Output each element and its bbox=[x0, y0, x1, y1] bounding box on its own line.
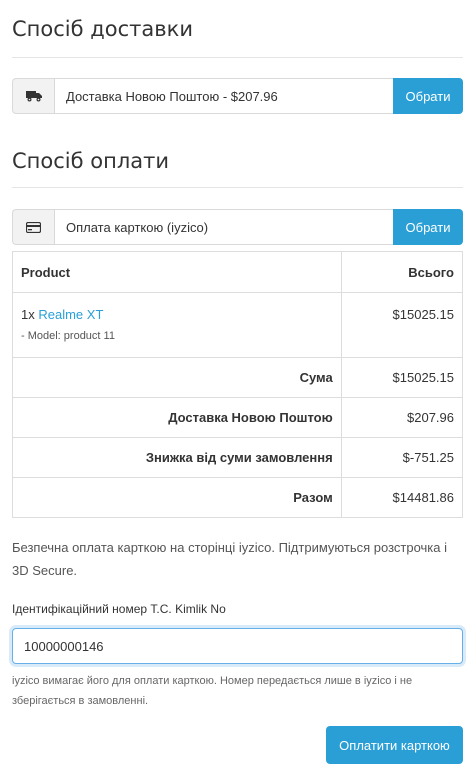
payment-divider bbox=[12, 187, 463, 188]
product-link[interactable]: Realme XT bbox=[38, 307, 103, 322]
table-header-row: Product Всього bbox=[12, 251, 464, 293]
subtotal-label: Сума bbox=[12, 357, 342, 398]
shipping-label: Доставка Новою Поштою bbox=[12, 397, 342, 438]
header-product: Product bbox=[12, 251, 342, 293]
delivery-choose-button[interactable]: Обрати bbox=[393, 78, 463, 114]
subtotal-value: $15025.15 bbox=[340, 357, 464, 398]
header-total: Всього bbox=[340, 251, 464, 293]
grand-total-label: Разом bbox=[12, 477, 342, 518]
discount-label: Знижка від суми замовлення bbox=[12, 437, 342, 478]
product-qty: 1x bbox=[21, 307, 35, 322]
delivery-method-field[interactable]: Доставка Новою Поштою - $207.96 bbox=[54, 78, 393, 114]
order-summary-table: Product Всього 1x Realme XT - Model: pro… bbox=[12, 251, 464, 518]
table-row: Доставка Новою Поштою $207.96 bbox=[12, 397, 464, 438]
table-row: Знижка від суми замовлення $-751.25 bbox=[12, 437, 464, 478]
product-price-cell: $15025.15 bbox=[340, 292, 464, 358]
table-row: Разом $14481.86 bbox=[12, 477, 464, 518]
credit-card-icon bbox=[12, 209, 54, 245]
payment-choose-button[interactable]: Обрати bbox=[393, 209, 463, 245]
pay-by-card-button[interactable]: Оплатити карткою bbox=[326, 726, 463, 764]
tc-kimlik-input[interactable] bbox=[12, 628, 463, 664]
product-cell: 1x Realme XT - Model: product 11 bbox=[12, 292, 342, 358]
grand-total-value: $14481.86 bbox=[340, 477, 464, 518]
truck-icon bbox=[12, 78, 54, 114]
product-line: 1x Realme XT bbox=[21, 293, 333, 322]
table-row: Сума $15025.15 bbox=[12, 357, 464, 398]
delivery-heading: Спосіб доставки bbox=[12, 17, 193, 41]
delivery-divider bbox=[12, 57, 463, 58]
product-price: $15025.15 bbox=[392, 307, 454, 322]
tc-kimlik-label: Ідентифікаційний номер T.C. Kimlik No bbox=[12, 602, 226, 616]
product-option: - Model: product 11 bbox=[21, 330, 115, 342]
iyzico-description: Безпечна оплата карткою на сторінці iyzi… bbox=[12, 540, 447, 578]
shipping-value: $207.96 bbox=[340, 397, 464, 438]
payment-heading: Спосіб оплати bbox=[12, 149, 169, 173]
payment-method-group: Оплата карткою (iyzico) Обрати bbox=[12, 209, 463, 245]
discount-value: $-751.25 bbox=[340, 437, 464, 478]
delivery-method-group: Доставка Новою Поштою - $207.96 Обрати bbox=[12, 78, 463, 114]
tc-kimlik-help: iyzico вимагає його для оплати карткою. … bbox=[12, 675, 413, 707]
table-row: 1x Realme XT - Model: product 11 $15025.… bbox=[12, 292, 464, 358]
payment-method-field[interactable]: Оплата карткою (iyzico) bbox=[54, 209, 393, 245]
